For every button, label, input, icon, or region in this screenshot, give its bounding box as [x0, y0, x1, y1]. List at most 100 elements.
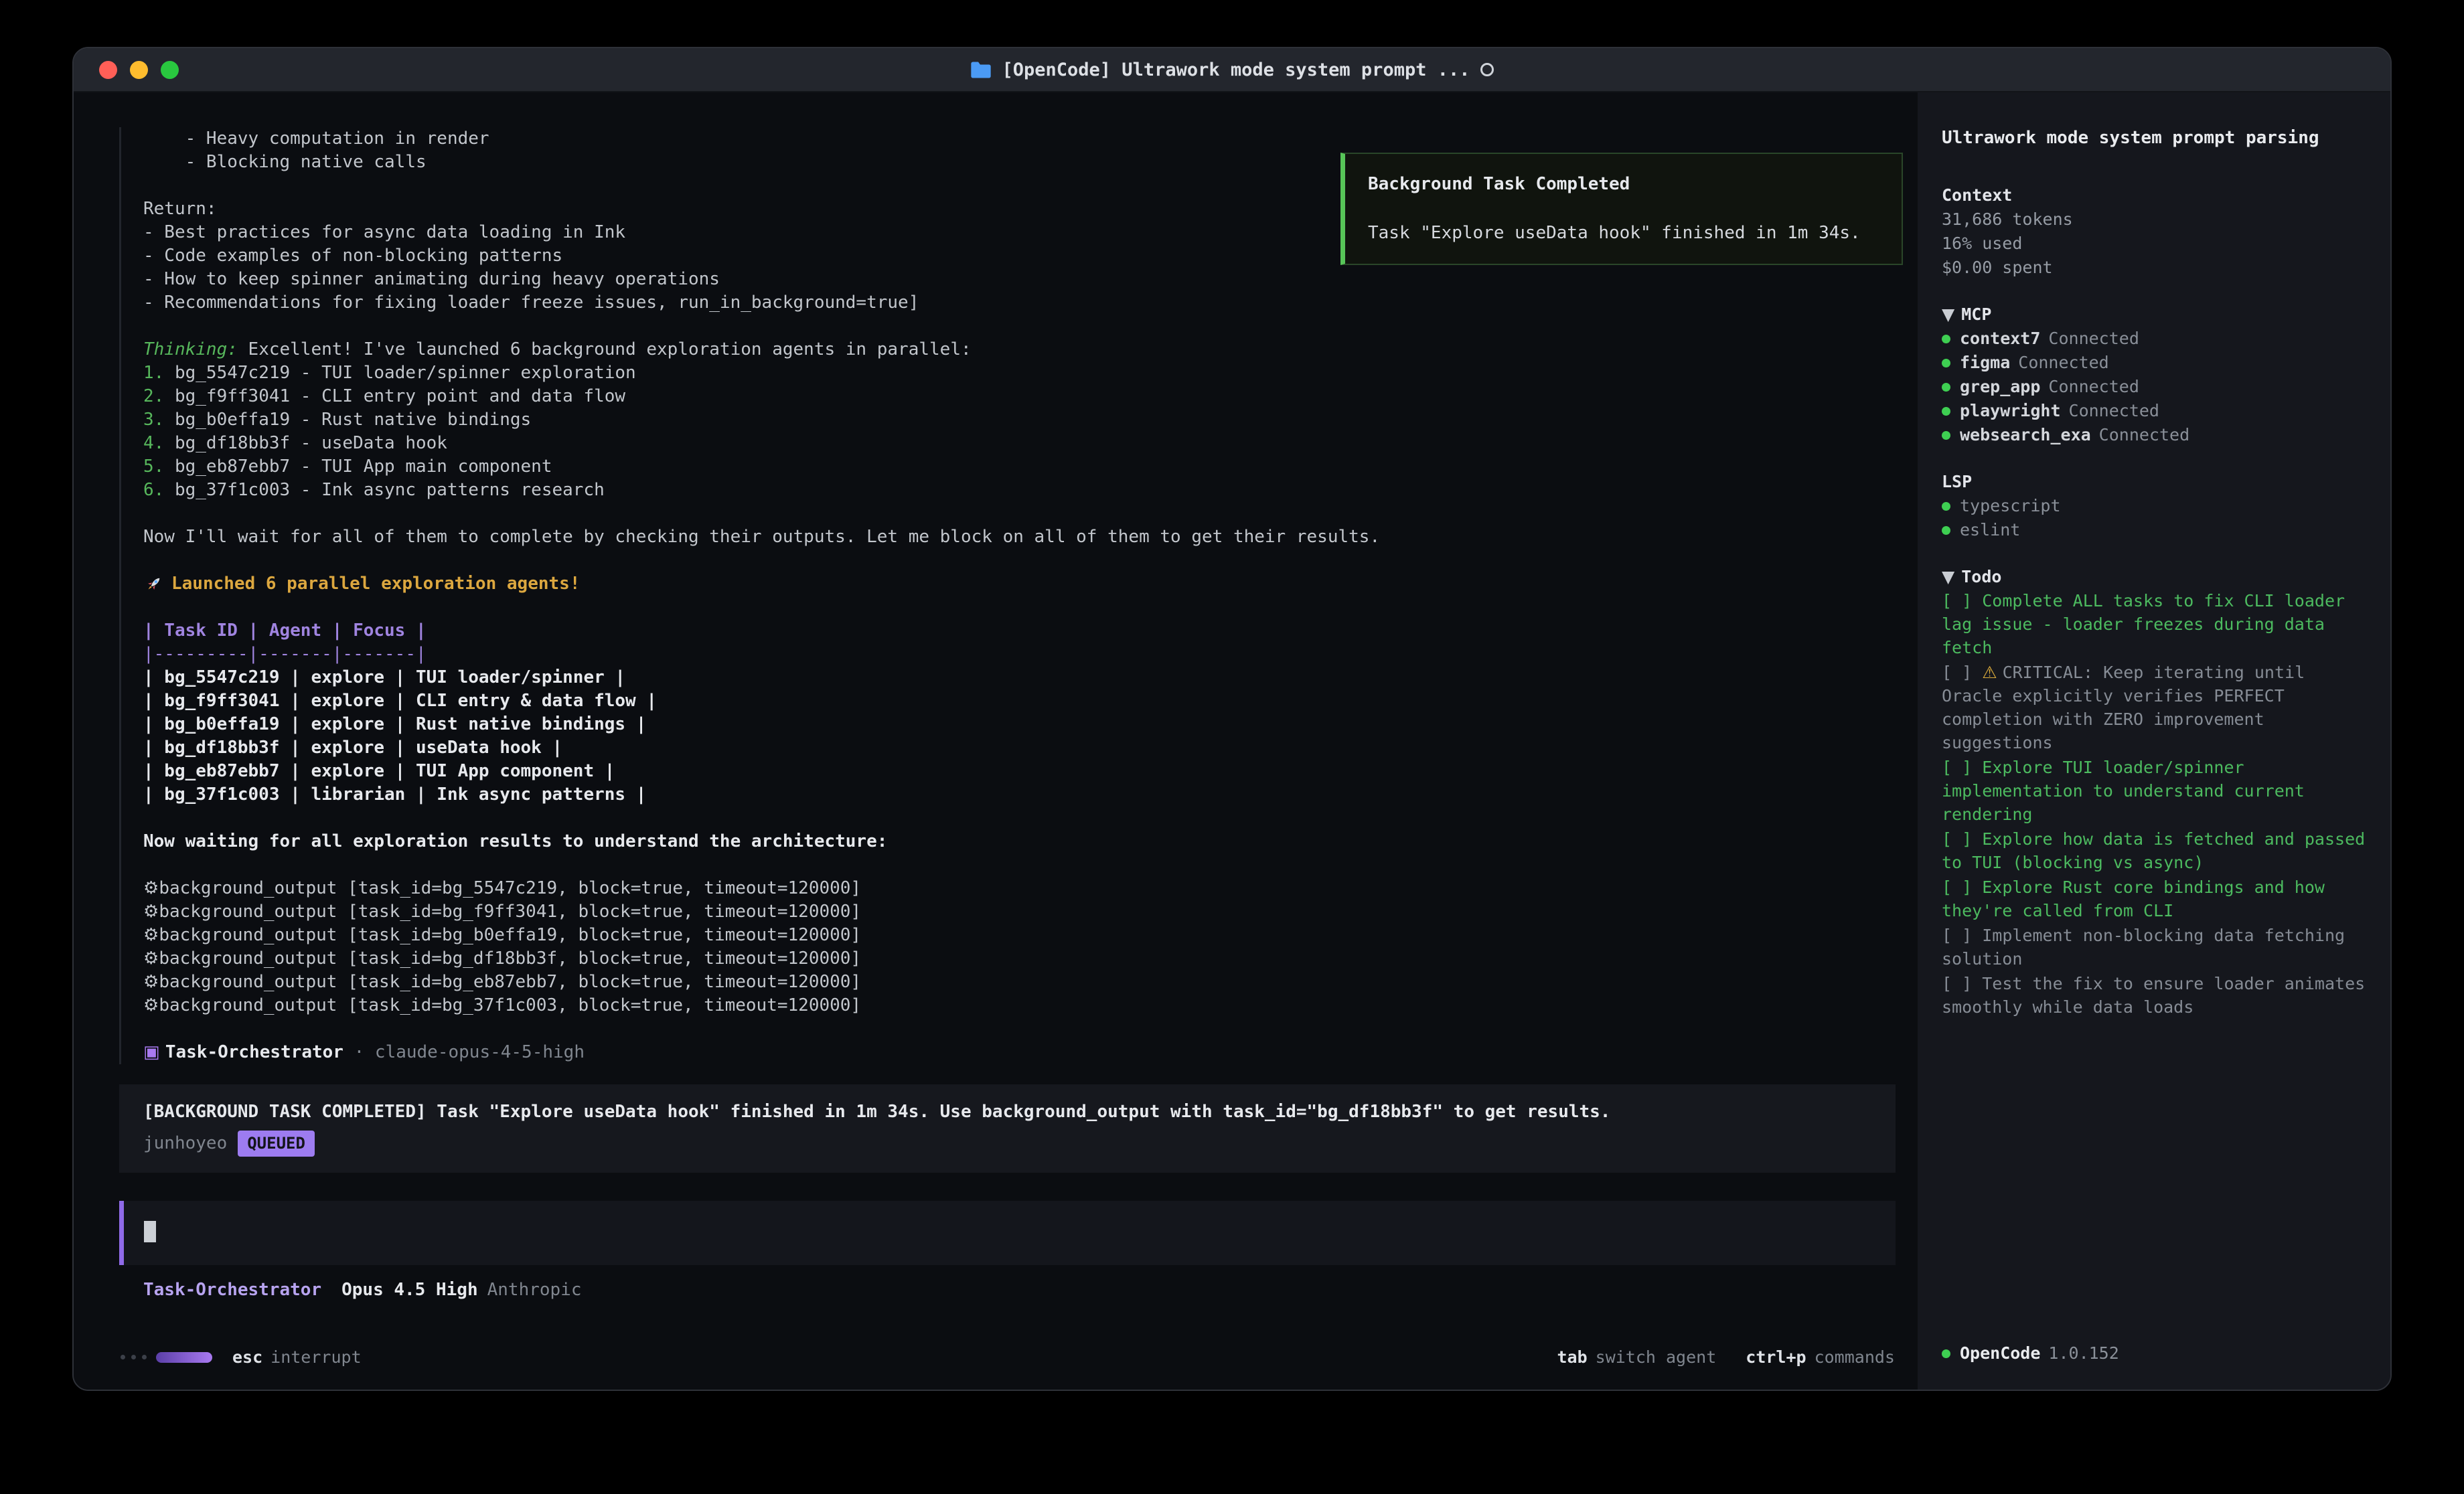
rocket-icon: [143, 574, 163, 594]
mcp-server-name: figma: [1960, 351, 2010, 375]
terminal-pane: - Heavy computation in render - Blocking…: [74, 92, 1918, 1390]
terminal-line: 2. bg_f9ff3041 - CLI entry point and dat…: [143, 385, 1891, 408]
todo-checkbox: [ ]: [1942, 926, 1982, 945]
terminal-line: 3. bg_b0effa19 - Rust native bindings: [143, 408, 1891, 432]
progress-pill: [156, 1352, 212, 1363]
terminal-line: | Task ID | Agent | Focus |: [143, 619, 1891, 643]
todo-text: Explore TUI loader/spinner implementatio…: [1942, 758, 2305, 824]
connected-dot-icon: [1942, 383, 1950, 392]
todo-checkbox: [ ]: [1942, 758, 1982, 777]
text-cursor: [144, 1221, 156, 1242]
esc-key-label: interrupt: [271, 1347, 361, 1367]
terminal-line: 6. bg_37f1c003 - Ink async patterns rese…: [143, 479, 1891, 502]
terminal-line: [143, 315, 1891, 338]
todo-item: [ ] Explore how data is fetched and pass…: [1942, 827, 2368, 874]
connected-dot-icon: [1942, 431, 1950, 440]
window-title-text: [OpenCode] Ultrawork mode system prompt …: [1002, 60, 1470, 80]
ctrlp-key-hint: ctrl+p: [1746, 1347, 1806, 1367]
active-agent-name[interactable]: Task-Orchestrator: [143, 1280, 321, 1300]
mcp-header[interactable]: ▼MCP: [1942, 303, 2368, 327]
lsp-server-item: typescript: [1942, 494, 2368, 518]
zoom-button[interactable]: [161, 61, 179, 79]
esc-key-hint: esc: [232, 1347, 262, 1367]
loading-circle-icon: [1480, 63, 1494, 76]
context-tokens: 31,686 tokens: [1942, 208, 2368, 232]
context-used: 16% used: [1942, 232, 2368, 256]
prompt-input[interactable]: [119, 1201, 1896, 1265]
context-section: Context 31,686 tokens 16% used $0.00 spe…: [1942, 183, 2368, 280]
terminal-line: [143, 549, 1891, 572]
terminal-line: [143, 807, 1891, 830]
terminal-line: - Heavy computation in render: [143, 127, 1891, 151]
model-provider: Anthropic: [487, 1280, 582, 1300]
terminal-output[interactable]: - Heavy computation in render - Blocking…: [119, 127, 1891, 1064]
todo-section: ▼Todo [ ] Complete ALL tasks to fix CLI …: [1942, 565, 2368, 1020]
mcp-server-item: grep_appConnected: [1942, 375, 2368, 399]
todo-item: [ ] Implement non-blocking data fetching…: [1942, 924, 2368, 971]
todo-text: Implement non-blocking data fetching sol…: [1942, 926, 2345, 969]
mcp-server-item: context7 Connected: [1942, 327, 2368, 351]
tab-key-hint: tab: [1557, 1347, 1587, 1367]
agent-bar: Task-Orchestrator Opus 4.5 High Anthropi…: [143, 1280, 1918, 1300]
connected-dot-icon: [1942, 502, 1950, 511]
ctrlp-key-label: commands: [1815, 1347, 1895, 1367]
queued-user: junhoyeo: [143, 1132, 227, 1155]
terminal-line: [143, 596, 1891, 619]
mcp-server-name: context7: [1960, 327, 2040, 351]
toast-title: Background Task Completed: [1368, 173, 1879, 196]
titlebar[interactable]: [OpenCode] Ultrawork mode system prompt …: [74, 48, 2390, 92]
lsp-section: LSP typescripteslint: [1942, 470, 2368, 542]
minimize-button[interactable]: [130, 61, 148, 79]
todo-text: Test the fix to ensure loader animates s…: [1942, 974, 2365, 1017]
terminal-line: ⚙background_output [task_id=bg_37f1c003,…: [143, 994, 1891, 1017]
chevron-down-icon: ▼: [1942, 305, 1954, 324]
terminal-line: [143, 1017, 1891, 1041]
todo-checkbox: [ ]: [1942, 591, 1982, 610]
opencode-terminal-window: [OpenCode] Ultrawork mode system prompt …: [72, 47, 2392, 1391]
terminal-line: [143, 853, 1891, 877]
terminal-line: ⚙background_output [task_id=bg_eb87ebb7,…: [143, 971, 1891, 994]
todo-checkbox: [ ]: [1942, 829, 1982, 849]
terminal-line: ⚙background_output [task_id=bg_f9ff3041,…: [143, 900, 1891, 924]
terminal-line: Thinking: Excellent! I've launched 6 bac…: [143, 338, 1891, 361]
context-spent: $0.00 spent: [1942, 256, 2368, 280]
todo-item: [ ] Explore TUI loader/spinner implement…: [1942, 756, 2368, 826]
terminal-line: | bg_eb87ebb7 | explore | TUI App compon…: [143, 760, 1891, 783]
lsp-list: typescripteslint: [1942, 494, 2368, 542]
terminal-line: | bg_37f1c003 | librarian | Ink async pa…: [143, 783, 1891, 807]
todo-checkbox: [ ]: [1942, 878, 1982, 897]
terminal-line: | bg_5547c219 | explore | TUI loader/spi…: [143, 666, 1891, 689]
lsp-label: LSP: [1942, 470, 2368, 494]
traffic-lights: [99, 61, 179, 79]
connected-dot-icon: [1942, 359, 1950, 367]
lsp-server-item: eslint: [1942, 518, 2368, 542]
mcp-list: context7ConnectedfigmaConnectedgrep_appC…: [1942, 327, 2368, 447]
session-title: Ultrawork mode system prompt parsing: [1942, 126, 2368, 150]
terminal-line: | bg_f9ff3041 | explore | CLI entry & da…: [143, 689, 1891, 713]
task-completed-text: [BACKGROUND TASK COMPLETED] Task "Explor…: [143, 1100, 1871, 1124]
todo-header[interactable]: ▼ Todo: [1942, 565, 2368, 589]
status-dot: [1942, 1349, 1950, 1358]
connected-dot-icon: [1942, 526, 1950, 535]
desktop: { "window": { "title": "[OpenCode] Ultra…: [0, 0, 2464, 1494]
mcp-server-status: Connected: [2048, 327, 2139, 351]
todo-item: [ ] Test the fix to ensure loader animat…: [1942, 972, 2368, 1019]
mcp-server-status: Connected: [2048, 375, 2139, 399]
todo-checkbox: [ ]: [1942, 663, 1982, 682]
terminal-line: Now I'll wait for all of them to complet…: [143, 525, 1891, 549]
close-button[interactable]: [99, 61, 117, 79]
mcp-server-item: websearch_exaConnected: [1942, 423, 2368, 447]
mcp-server-name: websearch_exa: [1960, 423, 2091, 447]
sidebar: Ultrawork mode system prompt parsing Con…: [1918, 92, 2390, 1390]
todo-label: Todo: [1961, 567, 2001, 586]
toast-notification: Background Task Completed Task "Explore …: [1340, 153, 1903, 265]
background-task-completed-message: [BACKGROUND TASK COMPLETED] Task "Explor…: [119, 1084, 1896, 1173]
chevron-down-icon: ▼: [1942, 567, 1954, 586]
todo-checkbox: [ ]: [1942, 974, 1982, 993]
terminal-line: ⚙background_output [task_id=bg_df18bb3f,…: [143, 947, 1891, 971]
terminal-line: - Recommendations for fixing loader free…: [143, 291, 1891, 315]
active-model-name[interactable]: Opus 4.5 High: [341, 1280, 478, 1300]
terminal-line: | bg_df18bb3f | explore | useData hook |: [143, 736, 1891, 760]
sidebar-footer: OpenCode 1.0.152: [1942, 1341, 2368, 1365]
mcp-server-name: playwright: [1960, 399, 2061, 423]
